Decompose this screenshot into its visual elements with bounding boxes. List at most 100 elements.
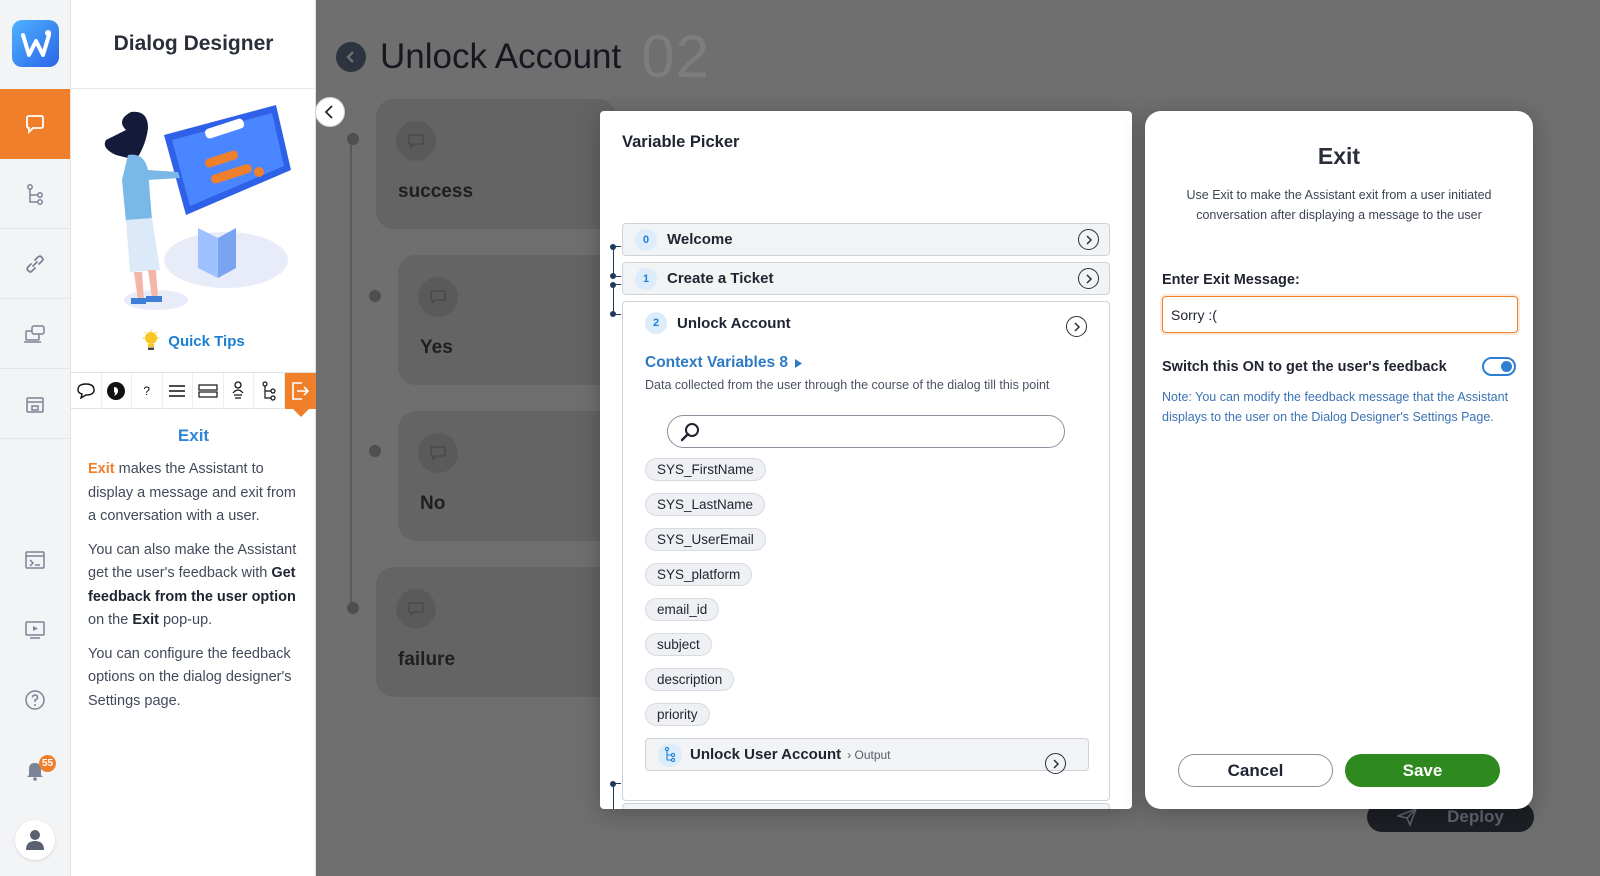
step-row-welcome[interactable]: 0 Welcome [622, 223, 1110, 256]
variable-chip[interactable]: SYS_FirstName [645, 458, 766, 481]
variable-chip[interactable]: priority [645, 703, 710, 726]
flow-icon [658, 742, 682, 767]
dialog-title: Unlock Account [380, 36, 622, 76]
step-number: 0 [635, 228, 657, 251]
help-text-fragment: makes the Assistant to display a message… [88, 461, 296, 524]
help-heading: Exit [177, 426, 210, 445]
sub-step-unlock-user-account[interactable]: Unlock User Account › Output [645, 738, 1089, 774]
variable-chip[interactable]: SYS_UserEmail [645, 528, 766, 551]
notification-count-badge: 55 [39, 755, 56, 772]
context-variables-toggle[interactable]: Context Variables 8 [645, 354, 803, 372]
illustration-image [104, 105, 291, 310]
chevron-left-icon [346, 50, 354, 63]
feedback-note: Note: You can modify the feedback messag… [1162, 390, 1509, 424]
nav-integrations-icon[interactable] [0, 229, 70, 299]
cancel-button[interactable]: Cancel [1178, 754, 1333, 787]
sub-step-name: Unlock User Account [690, 746, 842, 763]
help-text-fragment: on the [88, 612, 129, 628]
step-name: Unlock Account [677, 314, 791, 332]
nav-help-icon[interactable] [0, 680, 70, 720]
speech-bubble-icon [396, 121, 436, 161]
connector-dot [369, 445, 381, 457]
help-paragraph-1: Exit makes the Assistant to display a me… [88, 458, 298, 529]
collapse-panel-button[interactable] [315, 97, 345, 127]
help-paragraph-2: You can also make the Assistant get the … [88, 539, 298, 633]
toggle-knob [1501, 361, 1512, 372]
step-connector [610, 282, 621, 317]
exit-dialog: Exit Use Exit to make the Assistant exit… [1145, 111, 1533, 809]
connector-dot [347, 602, 359, 614]
exit-message-label: Enter Exit Message: [1162, 272, 1300, 288]
list-icon[interactable] [163, 373, 193, 409]
help-text: Exit makes the Assistant to display a me… [88, 458, 298, 723]
variable-chip[interactable]: SYS_LastName [645, 493, 766, 516]
step-header[interactable]: 2 Unlock Account [645, 312, 791, 334]
help-keyword: Exit [88, 461, 115, 477]
step-name: Create a Ticket [667, 270, 774, 287]
chevron-left-icon [324, 105, 333, 119]
multi-choice-icon[interactable] [193, 373, 224, 409]
left-rail: 55 [0, 0, 71, 876]
nav-dialogs-icon[interactable] [0, 89, 70, 159]
feedback-toggle-label: Switch this ON to get the user's feedbac… [1162, 359, 1447, 375]
exit-icon[interactable] [284, 373, 316, 417]
nav-store-icon[interactable] [0, 369, 70, 439]
app-logo-icon[interactable] [12, 20, 59, 67]
variable-chip[interactable]: email_id [645, 598, 720, 621]
nav-flows-icon[interactable] [0, 159, 70, 229]
notifications-bell-icon[interactable] [0, 750, 70, 790]
step-row-next[interactable] [622, 803, 1110, 809]
exit-dialog-title: Exit [1317, 143, 1361, 169]
step-row-create-ticket[interactable]: 1 Create a Ticket [622, 262, 1110, 295]
step-number: 1 [635, 267, 657, 290]
variable-picker-modal: Variable Picker 0 Welcome 1 Create a Tic… [600, 111, 1132, 809]
chevron-right-circle-icon[interactable] [1045, 753, 1066, 774]
variable-picker-title: Variable Picker [622, 133, 740, 151]
flow-card[interactable]: success [376, 99, 616, 229]
nav-channels-icon[interactable] [0, 299, 70, 369]
context-variables-title: Context Variables 8 [645, 354, 789, 371]
flow-connector [350, 140, 352, 610]
person-icon[interactable] [224, 373, 254, 409]
exit-dialog-description: Use Exit to make the Assistant exit from… [1186, 188, 1492, 222]
chevron-right-circle-icon[interactable] [1066, 316, 1087, 337]
lightbulb-icon [143, 330, 160, 350]
flow-card-label: failure [398, 649, 456, 670]
quick-tips-label: Quick Tips [168, 332, 245, 350]
back-button[interactable] [336, 41, 366, 72]
step-row-unlock-account-expanded: 2 Unlock Account Context Variables 8 Dat… [622, 301, 1110, 801]
nav-knowledge-icon[interactable] [0, 540, 70, 580]
search-icon [680, 423, 699, 442]
variable-chip[interactable]: SYS_platform [645, 563, 753, 586]
sub-step-output-tag: › Output [847, 747, 891, 762]
chevron-right-circle-icon[interactable] [1078, 268, 1099, 289]
flow-card[interactable]: failure [376, 567, 616, 697]
variable-search-input[interactable] [667, 415, 1065, 448]
step-connector [610, 781, 621, 809]
user-avatar[interactable] [15, 820, 55, 860]
help-text-fragment: pop-up. [162, 612, 213, 628]
chevron-right-circle-icon[interactable] [1078, 229, 1099, 250]
question-icon[interactable]: ? [132, 373, 163, 409]
nav-tutorials-icon[interactable] [0, 610, 70, 650]
exit-message-input[interactable] [1162, 296, 1518, 333]
flow-card-label: success [398, 181, 474, 202]
variable-chip[interactable]: subject [645, 633, 712, 656]
step-number: 2 [645, 312, 667, 334]
step-name: Welcome [667, 231, 733, 248]
feedback-toggle[interactable] [1482, 357, 1516, 376]
flow-card-label: Yes [420, 337, 453, 358]
speech-bubble-icon [396, 589, 436, 629]
connector-dot [369, 290, 381, 302]
variable-chip[interactable]: description [645, 668, 735, 691]
help-text-fragment: You can also make the Assistant get the … [88, 541, 297, 582]
flow-card-label: No [420, 493, 446, 514]
send-message-icon[interactable] [102, 373, 132, 409]
quick-tips-link[interactable]: Quick Tips [71, 330, 316, 352]
flow-icon[interactable] [254, 373, 285, 409]
save-button[interactable]: Save [1345, 754, 1500, 787]
speech-bubble-icon[interactable] [71, 373, 102, 409]
caret-right-icon [795, 358, 803, 368]
help-bold-text: Exit [132, 612, 159, 628]
paper-plane-icon [1397, 808, 1418, 826]
